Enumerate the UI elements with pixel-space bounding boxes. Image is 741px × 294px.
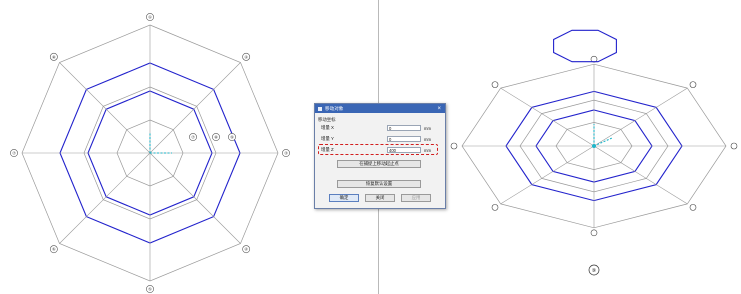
unit-label-x: mm (424, 125, 431, 131)
axis-bubble (491, 81, 499, 88)
coordinate-group-label: 移动坐标 (318, 117, 336, 122)
radial-gridline (59, 62, 151, 154)
ucs-origin (592, 144, 596, 148)
delta-x-input[interactable]: 0 (387, 125, 421, 131)
dialog-titlebar[interactable]: 移动对象 × (315, 104, 445, 113)
axis-bubble (590, 229, 598, 237)
radial-gridline (593, 145, 688, 205)
close-button[interactable]: 关闭 (365, 194, 395, 202)
close-icon[interactable]: × (437, 106, 441, 112)
axis-label: ⑦ (191, 135, 195, 140)
axis-bubble (450, 142, 458, 150)
axis-bubble (730, 142, 738, 150)
field-row-x: 增量 X 0 mm (321, 124, 431, 132)
axis-label: ④ (244, 247, 248, 252)
ok-button[interactable]: 确定 (329, 194, 359, 202)
field-row-y: 增量 Y 0 mm (321, 135, 431, 143)
field-label-y: 增量 Y (321, 136, 334, 141)
app-icon (318, 106, 322, 111)
axis-bubble (689, 204, 697, 211)
moved-ring (553, 29, 617, 63)
axis-label: ② (244, 54, 248, 59)
radial-gridline (149, 152, 241, 244)
highlight-box (318, 144, 438, 155)
apply-button[interactable]: 应用 (401, 194, 431, 202)
axis-label: ⑥ (52, 247, 56, 252)
axis-label: ⑤ (148, 287, 152, 292)
axis-label: ⑧ (214, 135, 218, 140)
axis-bubble (491, 204, 499, 211)
snap-move-button[interactable]: 在捕捉上移动起止点 (337, 160, 421, 168)
axis-label: ③ (284, 151, 288, 156)
field-label-x: 增量 X (321, 125, 334, 130)
delta-y-input[interactable]: 0 (387, 136, 421, 142)
axis-label: ⑨ (592, 268, 596, 274)
radial-gridline (500, 145, 595, 205)
axis-label: ⑨ (230, 135, 234, 140)
radial-gridline (59, 152, 151, 244)
unit-label-y: mm (424, 136, 431, 142)
axis-label: ① (148, 15, 152, 20)
move-object-dialog: 移动对象 × 移动坐标 增量 X 0 mm 增量 Y 0 mm 增量 Z 400… (314, 103, 446, 209)
radial-gridline (593, 87, 688, 147)
restore-defaults-button[interactable]: 恢复默认设置 (337, 180, 421, 188)
axis-label: ⑧ (52, 54, 56, 59)
axis-bubble (689, 81, 697, 88)
dialog-title: 移动对象 (325, 105, 344, 111)
radial-gridline (500, 87, 595, 147)
axis-label: ⑦ (12, 151, 16, 156)
ucs-x-axis (593, 137, 613, 147)
